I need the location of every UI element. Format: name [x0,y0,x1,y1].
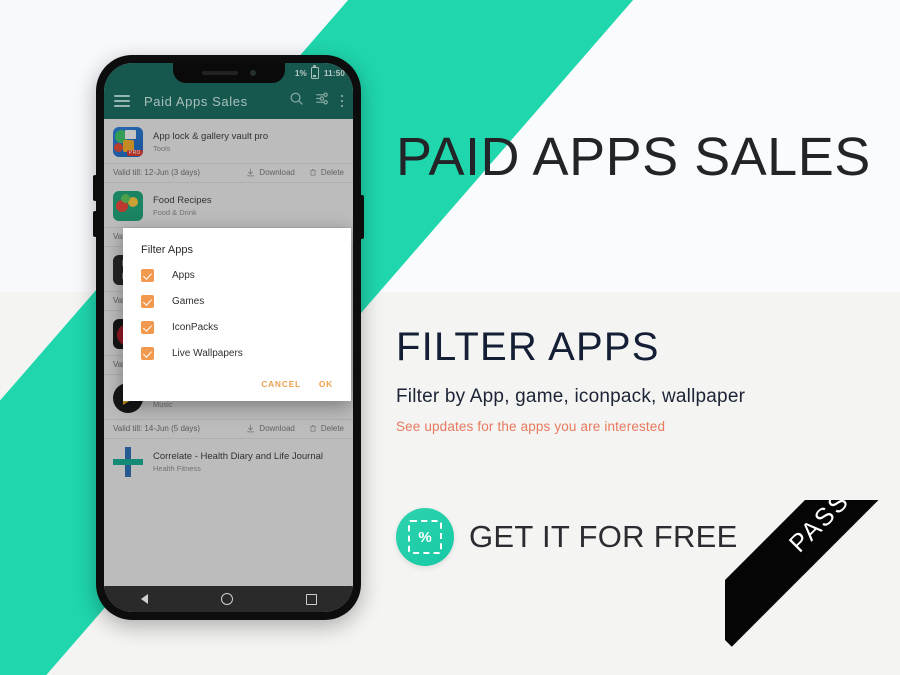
phone-mockup: 1% 11:50 Paid Apps Sales PRO App lock & … [93,55,364,620]
ribbon-band: PASS [725,500,900,647]
phone-volume-up-button [93,175,97,201]
pass-ribbon: PASS [725,500,900,675]
filter-option-games[interactable]: Games [141,295,333,308]
checkbox-checked-icon[interactable] [141,269,154,282]
ok-button[interactable]: OK [319,379,333,389]
section-note: See updates for the apps you are interes… [396,419,666,434]
get-it-for-free-cta[interactable]: % GET IT FOR FREE [396,508,738,566]
ribbon-label: PASS [783,500,855,558]
filter-option-label: IconPacks [172,322,219,333]
cta-label: GET IT FOR FREE [469,519,738,554]
phone-power-button [360,195,364,239]
percent-discount-icon: % [396,508,454,566]
recents-square-icon[interactable] [305,593,317,605]
filter-apps-dialog: Filter Apps Apps Games IconPacks Live Wa… [123,228,351,401]
filter-option-label: Apps [172,270,195,281]
checkbox-checked-icon[interactable] [141,295,154,308]
filter-option-iconpacks[interactable]: IconPacks [141,321,333,334]
phone-screen: 1% 11:50 Paid Apps Sales PRO App lock & … [104,63,353,612]
filter-option-apps[interactable]: Apps [141,269,333,282]
section-subtitle: Filter by App, game, iconpack, wallpaper [396,386,746,407]
filter-option-live-wallpapers[interactable]: Live Wallpapers [141,347,333,360]
phone-volume-down-button [93,211,97,237]
android-navigation-bar [104,586,353,612]
page-title: PAID APPS SALES [396,127,871,187]
home-circle-icon[interactable] [220,593,233,605]
filter-option-label: Games [172,296,205,307]
percent-symbol: % [408,520,442,554]
dialog-title: Filter Apps [141,244,193,256]
checkbox-checked-icon[interactable] [141,347,154,360]
filter-option-label: Live Wallpapers [172,348,243,359]
cancel-button[interactable]: CANCEL [261,379,301,389]
section-title: FILTER APPS [396,325,660,369]
checkbox-checked-icon[interactable] [141,321,154,334]
back-triangle-icon[interactable] [140,594,148,604]
dialog-actions: CANCEL OK [141,373,333,393]
